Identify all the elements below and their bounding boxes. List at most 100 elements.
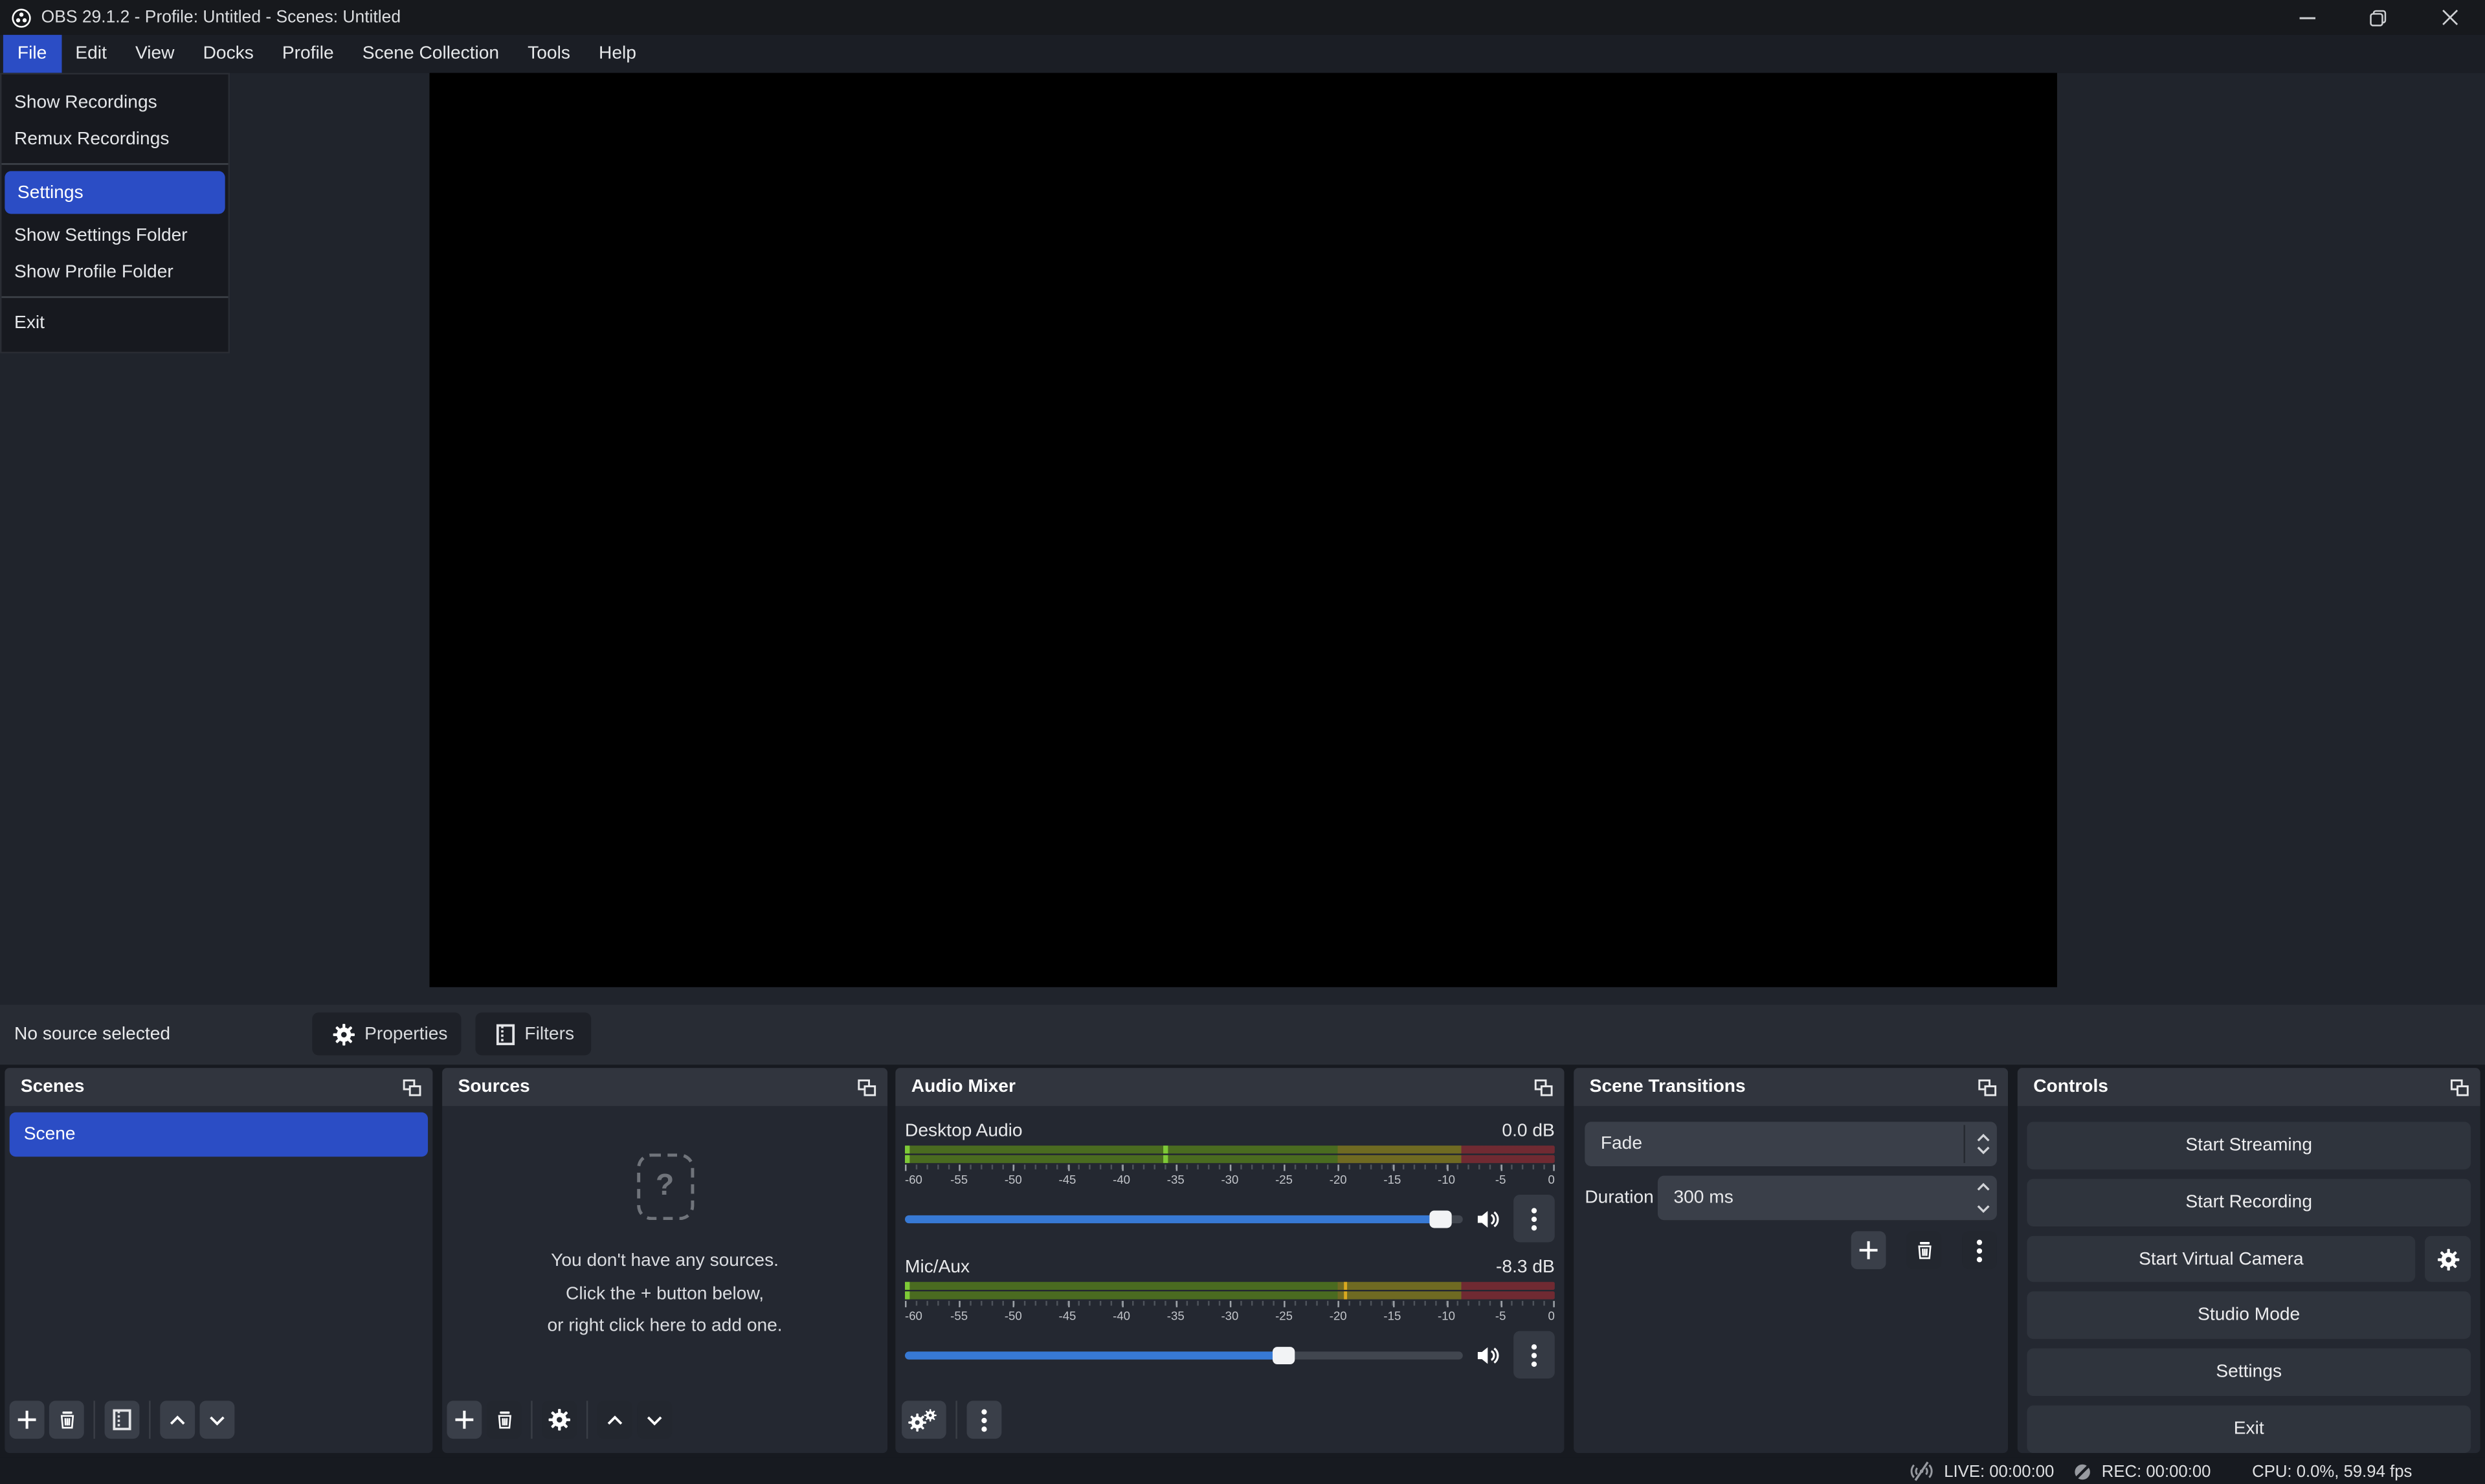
channel-options-button[interactable]	[1513, 1331, 1555, 1379]
audio-mixer-title: Audio Mixer	[911, 1078, 1016, 1096]
spinbox-arrows	[1976, 1176, 1990, 1221]
scene-up-button[interactable]	[160, 1401, 195, 1439]
file-menu-show-settings-folder[interactable]: Show Settings Folder	[1, 217, 228, 253]
speaker-icon[interactable]	[1475, 1206, 1500, 1230]
remove-transition-button[interactable]	[1906, 1231, 1941, 1269]
settings-button[interactable]: Settings	[2027, 1349, 2471, 1396]
scene-down-button[interactable]	[199, 1401, 234, 1439]
preview-canvas	[430, 73, 2057, 988]
start-recording-button[interactable]: Start Recording	[2027, 1179, 2471, 1226]
advanced-audio-button[interactable]	[902, 1401, 946, 1439]
controls-panel-header: Controls	[2018, 1068, 2480, 1106]
audio-mixer-panel-header: Audio Mixer	[895, 1068, 1564, 1106]
scene-list-item[interactable]: Scene	[10, 1113, 428, 1157]
audio-mixer-panel: Audio Mixer Desktop Audio 0.0 dB -60-55-…	[895, 1068, 1564, 1453]
restore-button[interactable]	[2343, 0, 2414, 35]
menu-docks[interactable]: Docks	[189, 35, 268, 73]
source-toolbar: No source selected Properties Filters	[0, 1004, 2485, 1065]
mixer-channel-mic-aux: Mic/Aux -8.3 dB -60-55-50-45-40-35-30-25…	[895, 1242, 1564, 1379]
remove-scene-button[interactable]	[49, 1401, 84, 1439]
exit-button[interactable]: Exit	[2027, 1406, 2471, 1453]
menu-scene-collection[interactable]: Scene Collection	[348, 35, 513, 73]
popout-icon[interactable]	[1534, 1078, 1553, 1096]
remove-source-button[interactable]	[487, 1401, 522, 1439]
source-down-button[interactable]	[637, 1401, 672, 1439]
question-mark-icon: ?	[636, 1153, 693, 1220]
volume-slider[interactable]	[905, 1351, 1463, 1358]
mixer-channel-desktop-audio: Desktop Audio 0.0 dB -60-55-50-45-40-35-…	[895, 1106, 1564, 1243]
sources-title: Sources	[458, 1078, 530, 1096]
preview-area	[0, 73, 2485, 1005]
add-scene-button[interactable]	[10, 1401, 45, 1439]
obs-logo-icon	[11, 7, 32, 28]
speaker-icon[interactable]	[1475, 1343, 1500, 1367]
scenes-panel-header: Scenes	[5, 1068, 432, 1106]
channel-options-button[interactable]	[1513, 1195, 1555, 1242]
volume-slider-handle[interactable]	[1273, 1346, 1295, 1364]
source-up-button[interactable]	[597, 1401, 632, 1439]
chevron-up-icon[interactable]	[1976, 1133, 1990, 1143]
popout-icon[interactable]	[403, 1078, 421, 1096]
sources-empty-state: ? You don't have any sources. Click the …	[442, 1106, 887, 1388]
add-source-button[interactable]	[447, 1401, 482, 1439]
select-arrows	[1976, 1122, 1990, 1166]
channel-name: Desktop Audio	[905, 1122, 1023, 1140]
volume-slider-handle[interactable]	[1429, 1210, 1451, 1227]
volume-meter: -60-55-50-45-40-35-30-25-20-15-10-50	[905, 1146, 1555, 1187]
source-properties-button[interactable]	[542, 1401, 577, 1439]
cpu-status: CPU: 0.0%, 59.94 fps	[2252, 1462, 2412, 1481]
volume-meter: -60-55-50-45-40-35-30-25-20-15-10-50	[905, 1282, 1555, 1323]
close-button[interactable]	[2414, 0, 2485, 35]
popout-icon[interactable]	[1978, 1078, 1997, 1096]
duration-label: Duration	[1585, 1188, 1658, 1207]
menu-profile[interactable]: Profile	[268, 35, 348, 73]
scene-transitions-panel: Scene Transitions Fade Duration 300 ms	[1574, 1068, 2008, 1453]
chevron-down-icon[interactable]	[1976, 1204, 1990, 1214]
scenes-title: Scenes	[21, 1078, 85, 1096]
scene-transitions-panel-header: Scene Transitions	[1574, 1068, 2008, 1106]
volume-slider[interactable]	[905, 1215, 1463, 1223]
filters-button[interactable]: Filters	[476, 1012, 592, 1055]
titlebar: OBS 29.1.2 - Profile: Untitled - Scenes:…	[0, 0, 2485, 35]
menu-file[interactable]: File	[3, 35, 61, 73]
transition-options-button[interactable]	[1962, 1231, 1997, 1269]
duration-spinbox[interactable]: 300 ms	[1658, 1176, 1997, 1221]
mixer-options-button[interactable]	[966, 1401, 1001, 1439]
mixer-toolbar	[895, 1401, 1564, 1453]
chevron-down-icon[interactable]	[1976, 1146, 1990, 1155]
properties-button[interactable]: Properties	[312, 1012, 461, 1055]
popout-icon[interactable]	[858, 1078, 876, 1096]
file-menu-remux-recordings[interactable]: Remux Recordings	[1, 120, 228, 157]
file-menu: Show Recordings Remux Recordings Setting…	[0, 73, 230, 353]
record-off-icon	[2073, 1462, 2092, 1481]
start-streaming-button[interactable]: Start Streaming	[2027, 1122, 2471, 1169]
rec-status: REC: 00:00:00	[2073, 1462, 2211, 1481]
popout-icon[interactable]	[2450, 1078, 2469, 1096]
dock-area: Scenes Scene Sources	[0, 1065, 2485, 1457]
menu-help[interactable]: Help	[585, 35, 651, 73]
menu-view[interactable]: View	[121, 35, 189, 73]
minimize-button[interactable]	[2271, 0, 2342, 35]
scene-filters-button[interactable]	[105, 1401, 140, 1439]
file-menu-exit[interactable]: Exit	[1, 304, 228, 340]
file-menu-show-profile-folder[interactable]: Show Profile Folder	[1, 254, 228, 290]
file-menu-show-recordings[interactable]: Show Recordings	[1, 84, 228, 120]
channel-name: Mic/Aux	[905, 1258, 970, 1277]
gear-icon	[333, 1023, 355, 1045]
file-menu-settings[interactable]: Settings	[5, 171, 225, 214]
transitions-toolbar	[1585, 1231, 1997, 1269]
menu-edit[interactable]: Edit	[61, 35, 121, 73]
window-title: OBS 29.1.2 - Profile: Untitled - Scenes:…	[41, 8, 401, 27]
live-status: LIVE: 00:00:00	[1908, 1461, 2054, 1481]
add-transition-button[interactable]	[1851, 1231, 1886, 1269]
start-virtual-camera-button[interactable]: Start Virtual Camera	[2027, 1236, 2415, 1282]
menu-tools[interactable]: Tools	[513, 35, 585, 73]
virtual-camera-settings-button[interactable]	[2425, 1236, 2471, 1282]
broadcast-off-icon	[1908, 1461, 1935, 1481]
sources-panel: Sources ? You don't have any sources. Cl…	[442, 1068, 887, 1453]
studio-mode-button[interactable]: Studio Mode	[2027, 1291, 2471, 1338]
chevron-up-icon[interactable]	[1976, 1182, 1990, 1191]
menubar: File Edit View Docks Profile Scene Colle…	[0, 35, 2485, 73]
transition-select[interactable]: Fade	[1585, 1122, 1997, 1166]
scenes-toolbar	[5, 1401, 432, 1453]
